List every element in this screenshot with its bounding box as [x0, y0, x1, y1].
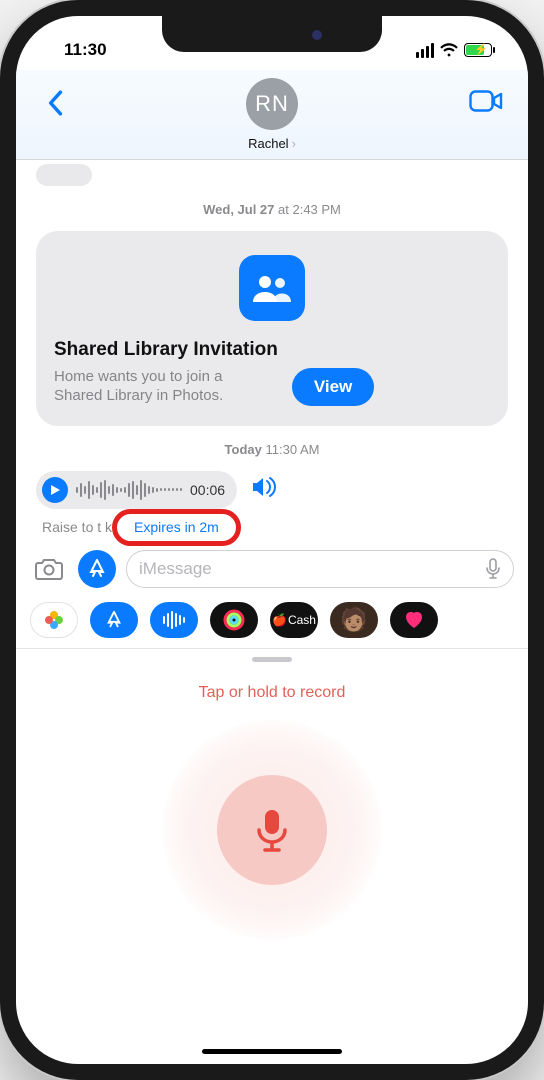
- app-store-icon: [104, 610, 124, 630]
- activity-rings-icon: [222, 608, 246, 632]
- expires-label-highlighted: Expires in 2m: [120, 515, 233, 540]
- record-instruction: Tap or hold to record: [16, 684, 528, 702]
- speaker-icon: [251, 476, 277, 498]
- video-call-button[interactable]: [466, 84, 506, 118]
- battery-icon: ⚡: [464, 43, 492, 57]
- contact-avatar[interactable]: RN: [246, 78, 298, 130]
- back-button[interactable]: [38, 86, 72, 120]
- shared-library-invitation-card[interactable]: Shared Library Invitation Home wants you…: [36, 231, 508, 426]
- annotation-ring: [112, 509, 241, 546]
- wifi-icon: [440, 43, 458, 57]
- memoji-icon: 🧑🏽: [340, 607, 367, 633]
- timestamp-label: Today 11:30 AM: [30, 442, 514, 457]
- memoji-app[interactable]: 🧑🏽: [330, 602, 378, 638]
- apple-logo-icon: 🍎: [272, 613, 287, 627]
- dictation-icon[interactable]: [485, 558, 501, 580]
- contact-name-button[interactable]: Rachel ›: [248, 136, 296, 151]
- raise-to-talk-hint: Raise to t k: [42, 519, 112, 535]
- camera-button[interactable]: [30, 550, 68, 588]
- conversation-header: RN Rachel ›: [16, 70, 528, 160]
- apple-cash-app[interactable]: 🍎Cash: [270, 602, 318, 638]
- compose-bar: iMessage: [16, 548, 528, 596]
- status-time: 11:30: [64, 40, 107, 60]
- waveform-icon: [161, 611, 187, 629]
- cellular-icon: [416, 43, 434, 58]
- play-button[interactable]: [42, 477, 68, 503]
- audio-app[interactable]: [150, 602, 198, 638]
- fitness-app[interactable]: [210, 602, 258, 638]
- appstore-app[interactable]: [90, 602, 138, 638]
- photos-app[interactable]: [30, 602, 78, 638]
- play-icon: [50, 484, 61, 496]
- view-invitation-button[interactable]: View: [292, 368, 374, 406]
- contact-name: Rachel: [248, 136, 288, 151]
- home-indicator[interactable]: [202, 1049, 342, 1054]
- imessage-app-strip[interactable]: 🍎Cash 🧑🏽: [16, 596, 528, 649]
- message-input[interactable]: iMessage: [126, 550, 514, 588]
- timestamp-label: Wed, Jul 27 at 2:43 PM: [30, 202, 514, 217]
- shared-library-icon: [239, 255, 305, 321]
- camera-icon: [35, 558, 63, 580]
- app-store-button[interactable]: [78, 550, 116, 588]
- heart-icon: [403, 609, 425, 631]
- digital-touch-app[interactable]: [390, 602, 438, 638]
- message-bubble[interactable]: [36, 164, 92, 186]
- device-notch: [162, 16, 382, 52]
- speaker-button[interactable]: [251, 476, 277, 503]
- cash-label: Cash: [288, 613, 316, 627]
- photos-icon: [43, 609, 65, 631]
- chevron-left-icon: [47, 90, 63, 116]
- record-panel: Tap or hold to record: [16, 662, 528, 940]
- message-placeholder: iMessage: [139, 559, 212, 579]
- invitation-subtitle: Home wants you to join a Shared Library …: [54, 367, 264, 406]
- chevron-right-icon: ›: [292, 136, 296, 151]
- audio-message-bubble[interactable]: 00:06: [36, 471, 237, 509]
- app-store-icon: [86, 558, 108, 580]
- avatar-initials: RN: [255, 91, 289, 117]
- waveform-icon: [76, 480, 182, 500]
- video-icon: [469, 90, 503, 112]
- audio-duration: 00:06: [190, 482, 225, 498]
- record-button[interactable]: [162, 720, 382, 940]
- conversation-scroll[interactable]: Wed, Jul 27 at 2:43 PM Shared Library In…: [16, 160, 528, 540]
- microphone-icon: [252, 806, 292, 854]
- invitation-title: Shared Library Invitation: [54, 339, 278, 361]
